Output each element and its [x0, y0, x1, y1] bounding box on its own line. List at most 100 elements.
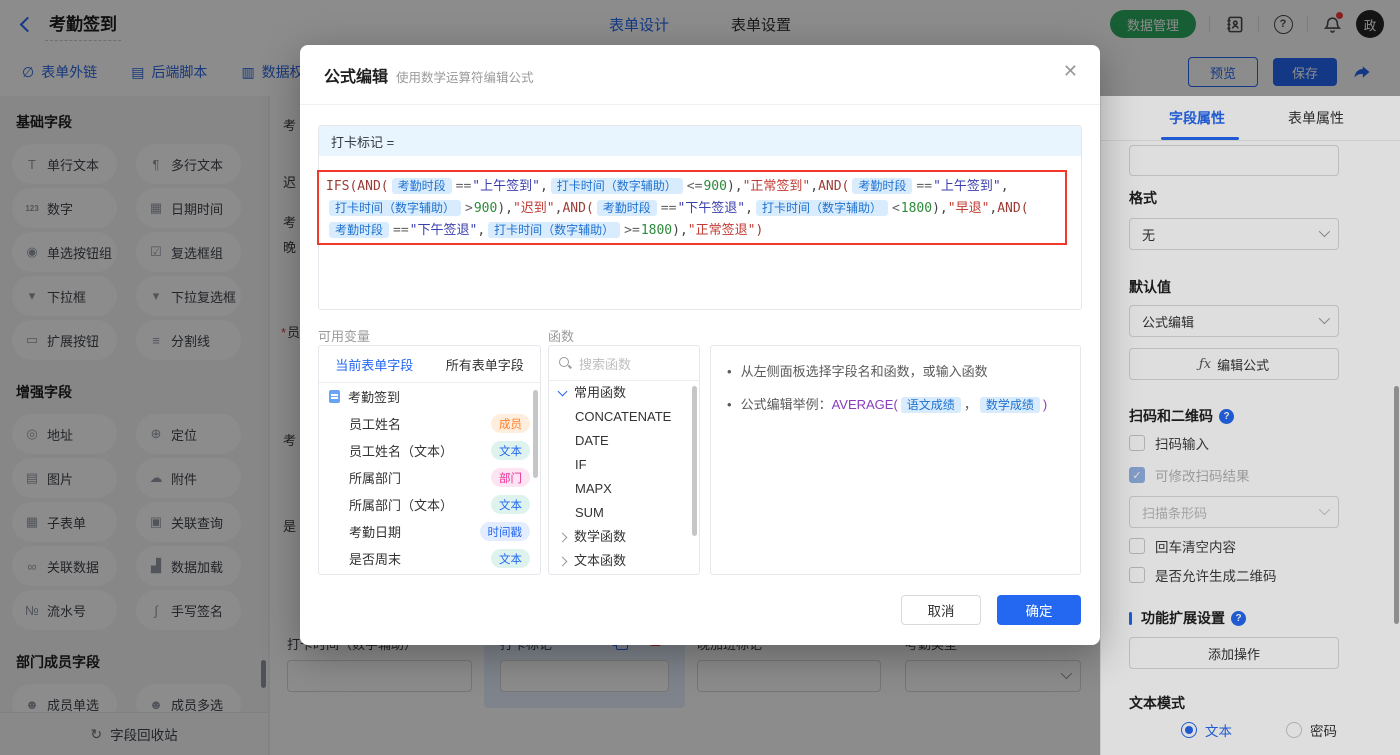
modal-subtitle: 使用数学运算符编辑公式 [396, 71, 534, 85]
formula-token: >= [624, 223, 640, 238]
formula-line-1: 打卡时间（数字辅助） >900),"迟到",AND(考勤时段 =="下午签退", 打卡… [326, 197, 1058, 219]
formula-token: 1800 [640, 223, 673, 238]
variable-root-row[interactable]: 考勤签到 [319, 383, 540, 410]
formula-token: ), [726, 179, 743, 194]
variable-type-badge: 文本 [491, 495, 530, 514]
tab-all-form-fields[interactable]: 所有表单字段 [446, 355, 524, 374]
tips-panel: • 从左侧面板选择字段名和函数，或输入函数 • 公式编辑举例：AVERAGE(语… [710, 345, 1081, 575]
formula-token: "上午签到" [933, 179, 1001, 194]
formula-token: "下午签退" [677, 201, 746, 216]
formula-token: "正常签退" [687, 223, 756, 238]
confirm-button[interactable]: 确定 [997, 595, 1081, 625]
function-group-name: 常用函数 [574, 385, 627, 400]
field-chip[interactable]: 考勤时段 [329, 222, 390, 238]
formula-token: > [465, 201, 473, 216]
variables-tabs: 当前表单字段 所有表单字段 [319, 346, 540, 383]
variable-row[interactable]: 所属部门 部门 [319, 464, 540, 491]
function-item[interactable]: MAPX [549, 477, 699, 501]
tip-text: 从左侧面板选择字段名和函数，或输入函数 [740, 364, 988, 379]
field-chip[interactable]: 打卡时间（数字辅助） [755, 200, 888, 216]
formula-token: == [393, 223, 409, 238]
functions-panel: 搜索函数 常用函数 CONCATENATE DATE IF MAPX SUM 数学函数文本函… [548, 345, 700, 575]
variable-type-badge: 部门 [491, 468, 530, 487]
formula-code-area[interactable]: IFS(AND(考勤时段 =="上午签到", 打卡时间（数字辅助） <=900),"正… [317, 170, 1067, 245]
function-group-name: 数学函数 [574, 529, 627, 544]
formula-token: == [916, 179, 933, 194]
variable-name: 所属部门 [349, 471, 402, 486]
example-function: AVERAGE( [831, 397, 898, 412]
tip-example: 公式编辑举例：AVERAGE(语文成绩，数学成绩) [740, 394, 1048, 416]
bullet-icon: • [727, 397, 732, 412]
variable-name: 所属部门（文本） [349, 498, 454, 513]
field-chip[interactable]: 考勤时段 [391, 178, 452, 194]
example-comma: ， [963, 397, 977, 412]
formula-token: == [660, 201, 677, 216]
formula-token: ), [672, 223, 688, 238]
variable-row[interactable]: 所属部门（文本） 文本 [319, 491, 540, 518]
formula-lines: IFS(AND(考勤时段 =="上午签到", 打卡时间（数字辅助） <=900),"正… [326, 175, 1058, 241]
formula-token: AND( [818, 179, 850, 194]
variable-type-badge: 时间戳 [479, 522, 530, 541]
variable-name: 是否周末 [349, 552, 402, 567]
formula-token: , [745, 201, 753, 216]
field-chip[interactable]: 打卡时间（数字辅助） [550, 178, 683, 194]
formula-line-0: IFS(AND(考勤时段 =="上午签到", 打卡时间（数字辅助） <=900),"正… [326, 175, 1058, 197]
function-item[interactable]: DATE [549, 429, 699, 453]
variable-row[interactable]: 员工姓名（文本） 文本 [319, 437, 540, 464]
variables-scrollbar[interactable] [533, 390, 538, 478]
variable-name: 考勤日期 [349, 525, 402, 540]
example-prefix: 公式编辑举例： [740, 397, 832, 412]
chevron-right-icon [557, 556, 568, 566]
function-group-name: 文本函数 [574, 553, 627, 568]
example-close-paren: ) [1042, 397, 1048, 412]
formula-token: , [1000, 179, 1009, 194]
formula-token: , [539, 179, 548, 194]
search-icon [559, 356, 572, 370]
function-group-0[interactable]: 常用函数 [549, 381, 699, 405]
variable-type-badge: 文本 [491, 549, 530, 568]
formula-token: <= [686, 179, 703, 194]
functions-scrollbar[interactable] [692, 386, 697, 536]
formula-token: ), [497, 201, 513, 216]
function-item[interactable]: SUM [549, 501, 699, 525]
divider [300, 104, 1100, 105]
formula-token: == [455, 179, 472, 194]
variables-list: 考勤签到 员工姓名 成员 员工姓名（文本） 文本 所属部门 部门 所属部门（文本） 文本 考勤日期… [319, 383, 540, 572]
field-chip[interactable]: 打卡时间（数字辅助） [488, 222, 621, 238]
variable-row[interactable]: 员工姓名 成员 [319, 410, 540, 437]
cancel-button[interactable]: 取消 [901, 595, 981, 625]
field-chip[interactable]: 考勤时段 [852, 178, 913, 194]
function-item[interactable]: CONCATENATE [549, 405, 699, 429]
formula-token: AND( [562, 201, 594, 216]
example-field-chip: 语文成绩 [900, 397, 961, 413]
field-chip[interactable]: 打卡时间（数字辅助） [329, 200, 462, 216]
variable-row[interactable]: 是否周末 文本 [319, 545, 540, 572]
formula-token: "上午签到" [472, 179, 540, 194]
formula-token: "正常签到" [742, 179, 811, 194]
tip-line-2: • 公式编辑举例：AVERAGE(语文成绩，数学成绩) [727, 394, 1064, 416]
variables-panel: 当前表单字段 所有表单字段 考勤签到 员工姓名 成员 员工姓名（文本） 文本所属部门 部门… [318, 345, 541, 575]
formula-token: < [891, 201, 900, 216]
example-field-chip: 数学成绩 [979, 397, 1040, 413]
field-chip[interactable]: 考勤时段 [596, 200, 657, 216]
formula-token: 900 [473, 201, 498, 216]
formula-edit-modal: 公式编辑 使用数学运算符编辑公式 ✕ 打卡标记 = IFS(AND(考勤时段 ==… [300, 45, 1100, 645]
formula-editor[interactable]: 打卡标记 = IFS(AND(考勤时段 =="上午签到", 打卡时间（数字辅助） <=… [317, 125, 1082, 310]
functions-list: 常用函数 CONCATENATE DATE IF MAPX SUM 数学函数文本函数 [549, 381, 699, 573]
formula-token: 1800 [900, 201, 933, 216]
function-group-2[interactable]: 文本函数 [549, 549, 699, 573]
tip-line-1: • 从左侧面板选择字段名和函数，或输入函数 [727, 361, 1064, 382]
tab-current-form-fields[interactable]: 当前表单字段 [335, 355, 413, 374]
formula-token: IFS(AND( [326, 179, 389, 194]
function-search[interactable]: 搜索函数 [549, 346, 699, 381]
function-item[interactable]: IF [549, 453, 699, 477]
chevron-right-icon [557, 532, 568, 542]
variable-row[interactable]: 考勤日期 时间戳 [319, 518, 540, 545]
variable-type-badge: 文本 [491, 441, 530, 460]
form-doc-icon [329, 390, 340, 403]
chevron-down-icon [557, 386, 568, 397]
close-icon[interactable]: ✕ [1063, 61, 1078, 82]
formula-token: "下午签退" [409, 223, 478, 238]
function-group-1[interactable]: 数学函数 [549, 525, 699, 549]
formula-token: , [477, 223, 486, 238]
